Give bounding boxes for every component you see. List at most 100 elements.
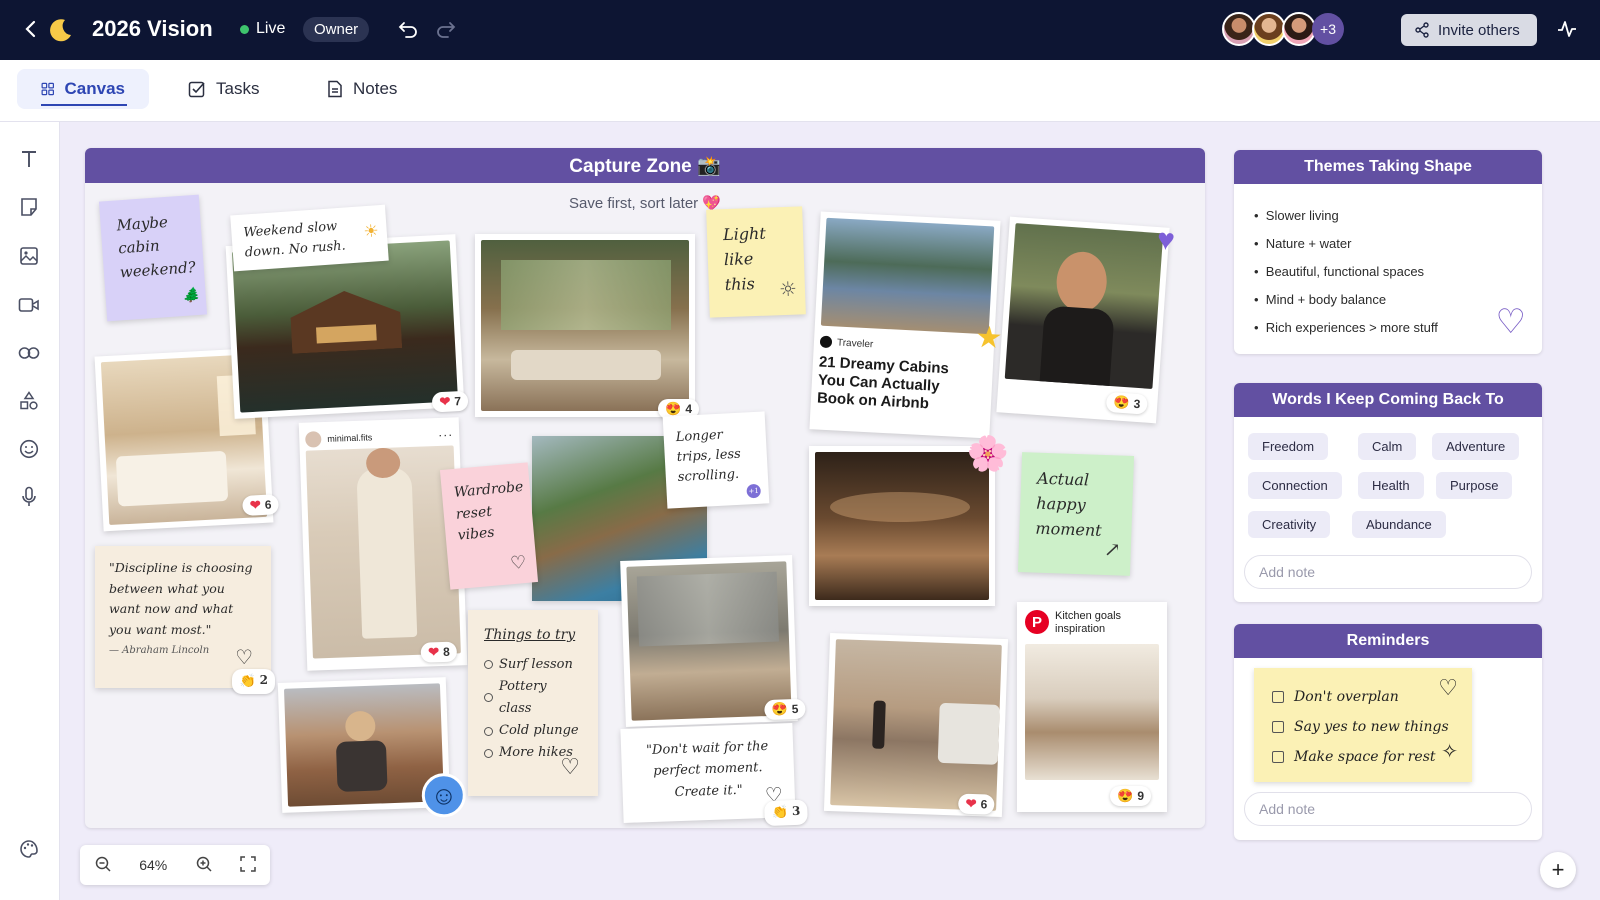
radio-icon[interactable] — [484, 660, 493, 670]
reaction-count: 3 — [791, 804, 801, 819]
add-note-input[interactable]: Add note — [1244, 555, 1532, 589]
board-title[interactable]: 2026 Vision — [92, 16, 213, 42]
pinterest-pin[interactable]: P Kitchen goals inspiration 😍 9 — [1017, 602, 1167, 812]
dinner-party-photo[interactable]: 🌸 — [809, 435, 1009, 606]
checkbox-icon[interactable] — [1272, 751, 1284, 763]
heart-icon: ❤ — [427, 644, 440, 660]
words-title: Words I Keep Coming Back To — [1234, 383, 1542, 417]
checkbox-icon[interactable] — [1272, 691, 1284, 703]
collaborators[interactable]: +3 — [1222, 12, 1344, 46]
heart-eyes-icon: 😍 — [1112, 394, 1131, 411]
heart-eyes-icon: 😍 — [1117, 788, 1134, 803]
sticky-note[interactable]: Weekend slow down. No rush. ☀ — [230, 204, 389, 272]
redo-icon[interactable] — [435, 18, 457, 45]
star-icon: ★ — [974, 320, 1004, 356]
checklist-item-label: Surf lesson — [499, 656, 573, 672]
add-note-input[interactable]: Add note — [1244, 792, 1532, 826]
article-card[interactable]: Traveler 21 Dreamy Cabins You Can Actual… — [809, 211, 1003, 439]
sticky-note-icon[interactable] — [16, 194, 42, 220]
tab-notes[interactable]: Notes — [303, 69, 421, 109]
shapes-icon[interactable] — [16, 388, 42, 414]
quote-note[interactable]: "Don't wait for the perfect moment. Crea… — [620, 723, 808, 827]
sticky-text: Light like this — [722, 223, 767, 294]
checkbox-icon[interactable] — [1272, 721, 1284, 733]
link-icon[interactable] — [16, 340, 42, 366]
radio-icon[interactable] — [484, 748, 493, 758]
text-icon[interactable] — [16, 146, 42, 172]
activity-icon[interactable] — [1556, 18, 1578, 45]
sticky-text: Weekend slow down. No rush. — [242, 219, 347, 261]
checklist-item[interactable]: Surf lesson — [484, 654, 582, 676]
word-chip[interactable]: Connection — [1248, 472, 1342, 499]
word-chip[interactable]: Abundance — [1352, 511, 1446, 538]
microphone-icon[interactable] — [16, 484, 42, 510]
invite-others-button[interactable]: Invite others — [1401, 14, 1537, 46]
reaction-count: 6 — [264, 497, 272, 512]
reaction-badge[interactable]: 👏 2 — [232, 668, 275, 694]
reaction-badge[interactable]: ❤ 7 — [431, 390, 469, 413]
reaction-count: 6 — [980, 797, 988, 812]
reaction-badge[interactable]: 😍 9 — [1110, 786, 1151, 806]
word-chip[interactable]: Purpose — [1436, 472, 1513, 499]
sun-icon: ☼ — [778, 276, 798, 302]
zoom-level[interactable]: 64% — [139, 857, 167, 873]
living-room-photo[interactable]: 😍 4 — [475, 234, 699, 419]
beach-van-photo[interactable]: ❤ 6 — [823, 632, 1009, 818]
reaction-badge[interactable]: 👏 3 — [764, 799, 808, 827]
sticky-note[interactable]: Longer trips, less scrolling. +1 — [662, 411, 770, 509]
radio-icon[interactable] — [484, 693, 493, 703]
tab-tasks[interactable]: Tasks — [164, 69, 283, 109]
radio-icon[interactable] — [484, 726, 493, 736]
zoom-out-icon[interactable] — [94, 855, 112, 876]
checklist-item[interactable]: Cold plunge — [484, 720, 582, 742]
reaction-badge[interactable]: ❤ 6 — [958, 793, 995, 815]
checklist-note[interactable]: Things to try Surf lesson Pottery class … — [468, 610, 598, 796]
reaction-badge[interactable]: 😍 5 — [764, 698, 806, 721]
reaction-badge[interactable]: 😍 3 — [1105, 391, 1148, 415]
instagram-post[interactable]: minimal.fits ··· ❤ 8 — [298, 417, 468, 671]
city-apartment-photo[interactable]: 😍 5 — [620, 555, 806, 727]
sticky-note[interactable]: Light like this ☼ — [706, 206, 806, 318]
heart-eyes-icon: 😍 — [665, 401, 682, 416]
image-icon[interactable] — [16, 243, 42, 269]
avatar — [1282, 12, 1316, 46]
reaction-badge[interactable]: ❤ 8 — [420, 641, 458, 663]
capture-zone-title: Capture Zone 📸 — [85, 148, 1205, 183]
outfit-image — [305, 445, 461, 659]
more-options-icon[interactable]: ··· — [438, 427, 453, 442]
word-chip[interactable]: Health — [1358, 472, 1424, 499]
palette-icon[interactable] — [16, 836, 42, 862]
live-dot-icon — [240, 24, 249, 34]
quote-note[interactable]: "Discipline is choosing between what you… — [95, 546, 275, 694]
heart-outline-icon: ♡ — [560, 754, 580, 780]
woman-portrait-photo[interactable]: ♥ 😍 3 — [996, 216, 1176, 424]
checklist-item-label: Cold plunge — [499, 723, 579, 739]
zoom-in-icon[interactable] — [195, 855, 213, 876]
canyon-hiker-photo[interactable]: ☺ — [277, 677, 467, 818]
sticky-note[interactable]: Wardrobe reset vibes ♡ — [439, 462, 539, 590]
invite-label: Invite others — [1438, 21, 1520, 39]
words-panel: Words I Keep Coming Back To Freedom Calm… — [1234, 383, 1542, 602]
add-button[interactable]: + — [1540, 852, 1576, 888]
tab-canvas[interactable]: Canvas — [17, 69, 149, 109]
top-bar: 2026 Vision Live Owner +3 Invite others — [0, 0, 1600, 60]
capture-zone[interactable]: Capture Zone 📸 Save first, sort later 💖 … — [85, 148, 1205, 828]
word-chip[interactable]: Adventure — [1432, 433, 1520, 460]
video-icon[interactable] — [16, 292, 42, 318]
checklist-item[interactable]: Pottery class — [484, 676, 582, 720]
word-chip[interactable]: Calm — [1358, 433, 1417, 460]
fullscreen-icon[interactable] — [240, 855, 256, 875]
reaction-badge[interactable]: ❤ 6 — [242, 494, 280, 516]
undo-icon[interactable] — [397, 18, 419, 45]
back-chevron-icon[interactable] — [22, 18, 40, 45]
emoji-icon[interactable] — [16, 436, 42, 462]
sticky-note[interactable]: Actual happy moment ↗ — [1017, 452, 1135, 576]
reaction-count: 8 — [442, 644, 451, 659]
word-chip[interactable]: Freedom — [1248, 433, 1329, 460]
word-chip[interactable]: Creativity — [1248, 511, 1331, 538]
source-logo-icon — [819, 335, 833, 349]
sticky-note[interactable]: Maybe cabin weekend? 🌲 — [98, 194, 208, 322]
collaborators-more-badge[interactable]: +3 — [1312, 13, 1344, 45]
checkbox-icon — [188, 81, 205, 98]
tab-label: Tasks — [216, 79, 260, 98]
